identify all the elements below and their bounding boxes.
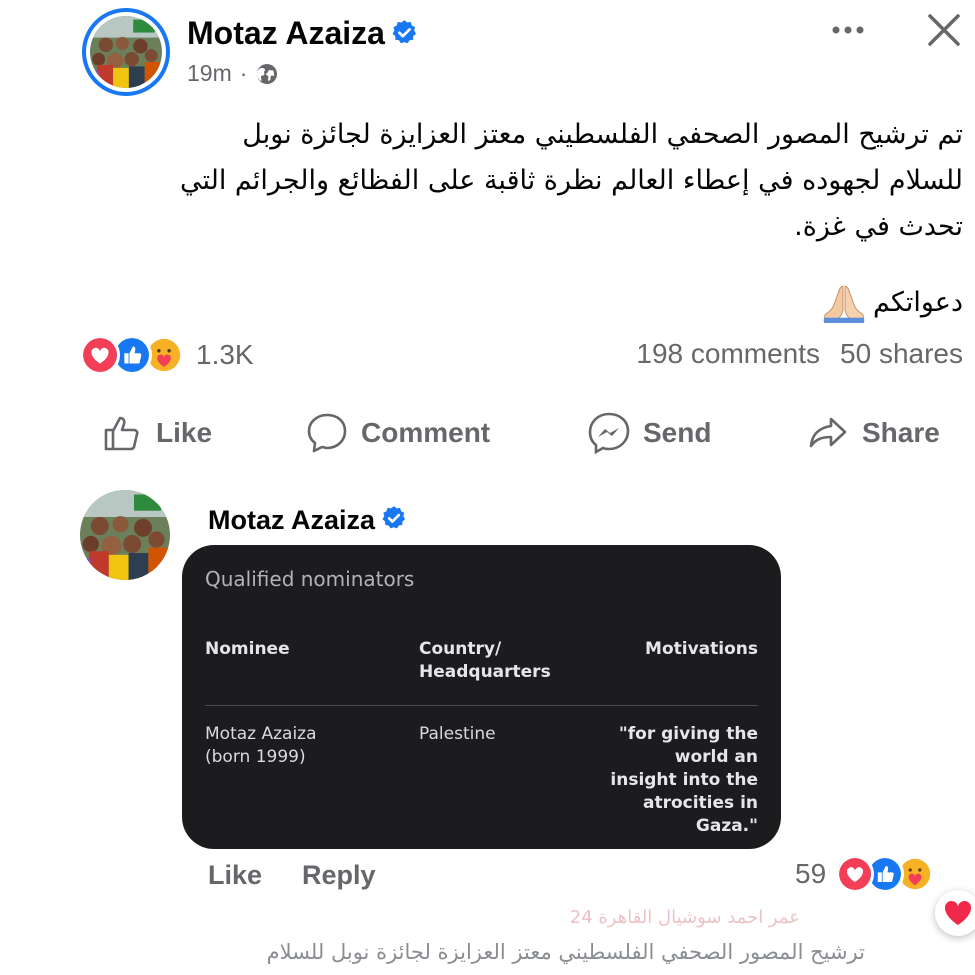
card-cell-nominee: Motaz Azaiza (born 1999) [205, 724, 317, 767]
comment-image-card[interactable]: Qualified nominators Nominee Country/ He… [182, 545, 781, 849]
share-button[interactable]: Share [806, 405, 940, 461]
send-button[interactable]: Send [587, 405, 711, 461]
comment-label: Comment [361, 417, 491, 448]
post-tail-text: دعواتكم [873, 287, 963, 318]
card-header-country: Country/ Headquarters [419, 639, 551, 682]
verified-badge-icon [381, 505, 407, 531]
globe-icon [257, 63, 278, 84]
comment-author-name[interactable]: Motaz Azaiza [208, 505, 375, 535]
love-reaction-icon [80, 335, 120, 375]
post-stats: 198 comments 50 shares [636, 338, 963, 370]
shares-count[interactable]: 50 shares [840, 338, 963, 370]
messenger-icon [588, 412, 630, 455]
post-meta: 19m · [187, 60, 279, 87]
more-options-button[interactable] [826, 12, 870, 48]
card-header-motivations: Motivations [645, 639, 758, 659]
share-arrow-icon [809, 417, 847, 448]
next-comment-author[interactable]: عمر احمد سوشيال القاهرة 24 [570, 907, 800, 928]
comment-reaction-count: 59 [795, 858, 827, 889]
next-comment-text: ترشيح المصور الصحفي الفلسطيني معتز العزا… [266, 940, 865, 964]
more-icon [832, 26, 864, 34]
meta-separator: · [239, 60, 248, 86]
comments-count[interactable]: 198 comments [636, 338, 820, 370]
folded-hands-emoji [823, 285, 865, 323]
love-reaction-icon [836, 855, 875, 893]
comment-reply-button[interactable]: Reply [302, 860, 376, 891]
verified-badge-icon [391, 19, 418, 46]
thumbs-up-icon [104, 416, 139, 451]
close-icon [928, 14, 960, 46]
post-text-tail: دعواتكم [823, 280, 963, 326]
comment-button[interactable]: Comment [305, 405, 490, 461]
comment-bubble-icon [307, 413, 347, 453]
author-avatar[interactable] [82, 8, 170, 96]
author-avatar-image [90, 16, 162, 88]
reaction-summary[interactable]: 1.3K [80, 335, 254, 375]
card-title: Qualified nominators [205, 567, 415, 591]
commenter-avatar[interactable] [80, 490, 170, 580]
card-divider [205, 705, 758, 706]
post-text: تم ترشيح المصور الصحفي الفلسطيني معتز ال… [179, 119, 963, 242]
close-button[interactable] [922, 8, 966, 52]
card-cell-motivation: "for giving the world an insight into th… [610, 724, 758, 836]
comment-actions: Like Reply [208, 860, 376, 891]
avatar-photo-icon [90, 16, 162, 88]
heart-icon [944, 900, 972, 925]
commenter-photo-icon [80, 490, 170, 580]
post-author[interactable]: Motaz Azaiza [187, 15, 418, 52]
card-header-nominee: Nominee [205, 639, 290, 659]
like-label: Like [156, 417, 213, 448]
like-button[interactable]: Like [100, 405, 212, 461]
comment-author[interactable]: Motaz Azaiza [208, 505, 407, 536]
share-label: Share [862, 417, 940, 448]
post-author-name[interactable]: Motaz Azaiza [187, 15, 385, 51]
reaction-count: 1.3K [196, 339, 254, 370]
comment-like-button[interactable]: Like [208, 860, 262, 891]
send-label: Send [643, 417, 712, 448]
comment-reaction-summary[interactable]: 59 [795, 855, 935, 893]
post-time[interactable]: 19m [187, 60, 232, 87]
card-cell-country: Palestine [419, 724, 496, 744]
floating-heart-button[interactable] [935, 890, 975, 936]
